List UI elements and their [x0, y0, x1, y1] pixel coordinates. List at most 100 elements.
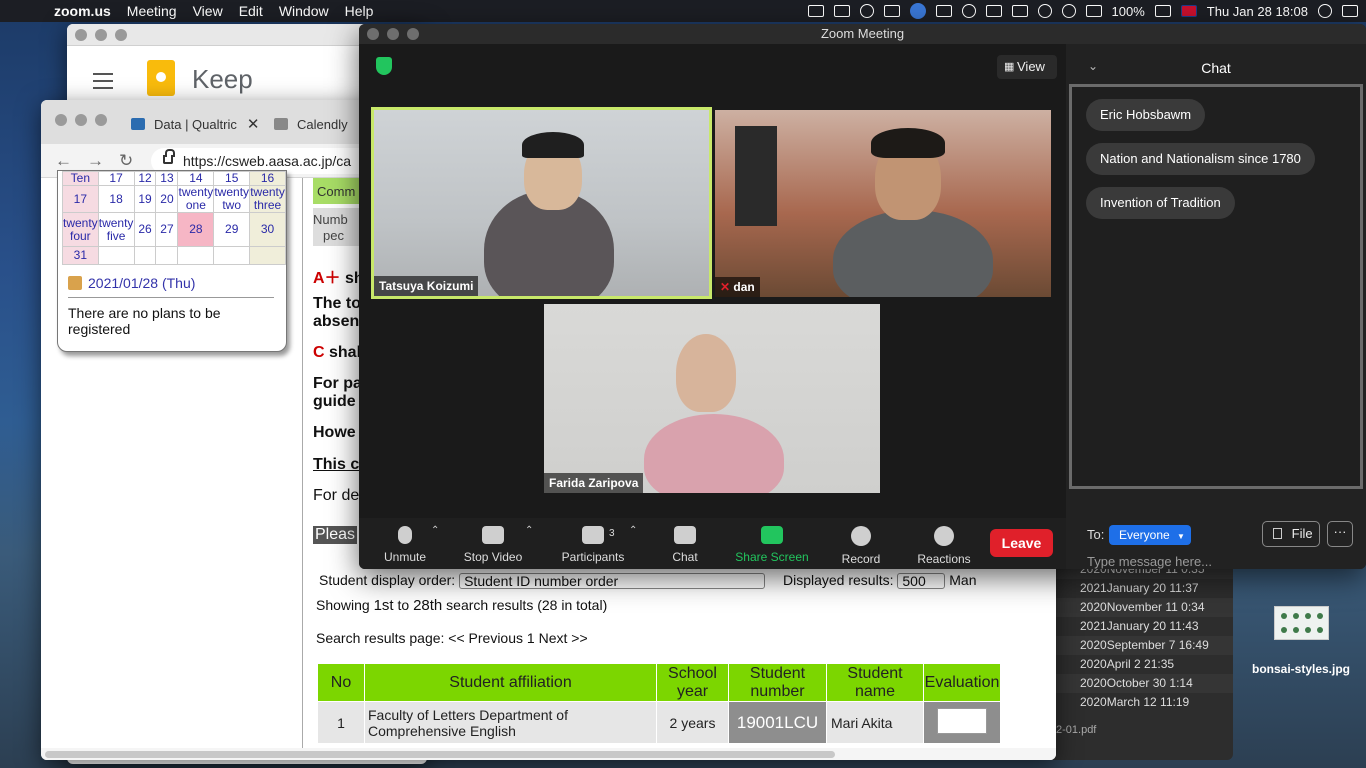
security-shield-icon[interactable] [376, 57, 392, 75]
chat-button[interactable]: Chat [645, 522, 725, 564]
calendar-day[interactable]: 15 [213, 171, 251, 186]
leave-button[interactable]: Leave [990, 529, 1053, 557]
calendar-day[interactable]: 29 [213, 212, 251, 247]
menu-meeting[interactable]: Meeting [127, 3, 177, 19]
finder-row[interactable]: 2020November 11 0:34 [1048, 598, 1233, 617]
calendar-day-today[interactable]: 28 [177, 212, 215, 247]
battery-icon[interactable] [1154, 5, 1171, 17]
bonsai-image-thumbnail[interactable] [1274, 606, 1329, 640]
tab-calendly[interactable]: Calendly [274, 112, 348, 136]
divider [68, 297, 274, 298]
chevron-up-icon[interactable]: ⌃ [525, 525, 533, 536]
chat-message[interactable]: Invention of Tradition [1086, 187, 1235, 219]
browser-traffic-lights[interactable] [55, 114, 107, 126]
calendar-day[interactable]: 13 [155, 171, 179, 186]
calendar-day[interactable]: 31 [62, 246, 99, 265]
calendar-day[interactable]: twenty four [62, 212, 99, 247]
video-tile[interactable]: Farida Zaripova [544, 304, 880, 493]
more-options-icon[interactable]: ··· [1327, 521, 1353, 547]
view-button[interactable]: View [997, 55, 1057, 79]
file-button[interactable]: File [1262, 521, 1320, 547]
display-icon[interactable] [807, 5, 824, 17]
menu-window[interactable]: Window [279, 3, 329, 19]
video-tile-active-speaker[interactable]: Tatsuya Koizumi [371, 107, 712, 299]
volume-icon[interactable] [985, 5, 1002, 17]
brightness-icon[interactable] [961, 4, 976, 18]
share-screen-icon [761, 526, 783, 544]
record-button[interactable]: Record [821, 522, 901, 566]
horizontal-scrollbar[interactable] [41, 748, 1056, 760]
media-icon[interactable] [909, 3, 926, 19]
flag-uk-icon[interactable] [1180, 5, 1197, 17]
finder-row[interactable]: 2020October 30 1:14 [1048, 674, 1233, 693]
next-link[interactable]: Next >> [539, 630, 588, 646]
calendar-day[interactable]: 26 [133, 212, 157, 247]
camera-icon[interactable] [833, 5, 850, 17]
back-icon[interactable]: ← [55, 151, 72, 171]
displayed-results-select[interactable]: 500 [897, 573, 946, 590]
evaluation-input[interactable] [937, 708, 987, 734]
finder-pdf-file[interactable]: 2-01.pdf [1056, 724, 1096, 736]
calendar-day[interactable]: 17 [97, 171, 135, 186]
calendar-day[interactable]: 19 [133, 185, 157, 213]
page-number[interactable]: 1 [527, 630, 535, 646]
chevron-up-icon[interactable]: ⌃ [431, 525, 439, 536]
speaker-icon[interactable] [1085, 5, 1102, 17]
calendar-day[interactable]: twenty one [177, 185, 215, 213]
hamburger-menu-icon[interactable] [93, 73, 113, 94]
cloud-upload-icon[interactable] [859, 4, 874, 18]
finder-row[interactable]: 2021January 20 11:43 [1048, 617, 1233, 636]
forward-icon[interactable]: → [87, 151, 104, 171]
chat-message[interactable]: Eric Hobsbawm [1086, 99, 1206, 131]
close-tab-icon[interactable]: ✕ [247, 115, 260, 133]
calendar-day[interactable]: 16 [249, 171, 286, 186]
finder-row[interactable]: 2020April 2 21:35 [1048, 655, 1233, 674]
participants-button[interactable]: Participants 3 ⌃ [553, 522, 638, 564]
zoom-traffic-lights[interactable] [367, 28, 419, 40]
video-tile[interactable]: ✕ dan [715, 110, 1051, 297]
calendar-day[interactable]: 18 [97, 185, 135, 213]
car-icon[interactable] [935, 5, 952, 17]
finder-row[interactable]: 2021January 20 11:37 [1048, 579, 1233, 598]
reload-icon[interactable]: ↻ [119, 151, 133, 171]
display-order-select[interactable]: Student ID number order [459, 573, 766, 590]
film-icon[interactable] [883, 5, 900, 17]
unmute-button[interactable]: Unmute ⌃ [365, 522, 445, 564]
finder-row[interactable]: 2020September 7 16:49 [1048, 636, 1233, 655]
calendar-day[interactable]: 30 [249, 212, 286, 247]
message-input[interactable]: Type message here... [1087, 554, 1212, 569]
wifi-icon[interactable] [1061, 4, 1076, 18]
tab-qualtrics[interactable]: Data | Qualtric ✕ [131, 112, 259, 136]
share-screen-button[interactable]: Share Screen [732, 522, 812, 564]
clock[interactable]: Thu Jan 28 18:08 [1207, 4, 1308, 19]
search-icon[interactable] [1318, 4, 1332, 18]
menu-help[interactable]: Help [345, 3, 374, 19]
control-center-icon[interactable] [1342, 5, 1358, 17]
chat-message[interactable]: Nation and Nationalism since 1780 [1086, 143, 1315, 175]
calendar-day[interactable]: Ten [62, 171, 99, 186]
desktop-file-label[interactable]: bonsai-styles.jpg [1236, 662, 1366, 676]
finder-row[interactable]: 2020March 12 11:19 [1048, 693, 1233, 712]
menu-view[interactable]: View [193, 3, 223, 19]
calendar-day[interactable]: 27 [155, 212, 179, 247]
calendar-day[interactable]: 12 [133, 171, 157, 186]
reactions-button[interactable]: Reactions [904, 522, 984, 566]
previous-link[interactable]: Search results page: << Previous [316, 630, 523, 646]
calendar-day[interactable]: 20 [155, 185, 179, 213]
stop-video-button[interactable]: Stop Video ⌃ [453, 522, 534, 564]
calendar-day[interactable]: 14 [177, 171, 215, 186]
please-button[interactable]: Pleas [313, 526, 358, 544]
calendar-day[interactable]: twenty two [213, 185, 251, 213]
calendar-day[interactable]: twenty three [249, 185, 286, 213]
menu-edit[interactable]: Edit [239, 3, 263, 19]
chevron-down-icon[interactable]: ⌄ [1088, 42, 1098, 90]
chat-messages[interactable]: Eric Hobsbawm Nation and Nationalism sin… [1069, 84, 1363, 489]
bluetooth-icon[interactable] [1037, 4, 1052, 18]
calendar-day[interactable]: twenty five [97, 212, 135, 247]
chevron-up-icon[interactable]: ⌃ [629, 525, 637, 536]
scrollbar-thumb[interactable] [45, 751, 835, 758]
window-layout-icon[interactable] [1011, 5, 1028, 17]
recipient-select[interactable]: Everyone ▼ [1109, 525, 1191, 545]
calendar-day[interactable]: 17 [62, 185, 99, 213]
app-menu[interactable]: zoom.us [54, 3, 111, 19]
